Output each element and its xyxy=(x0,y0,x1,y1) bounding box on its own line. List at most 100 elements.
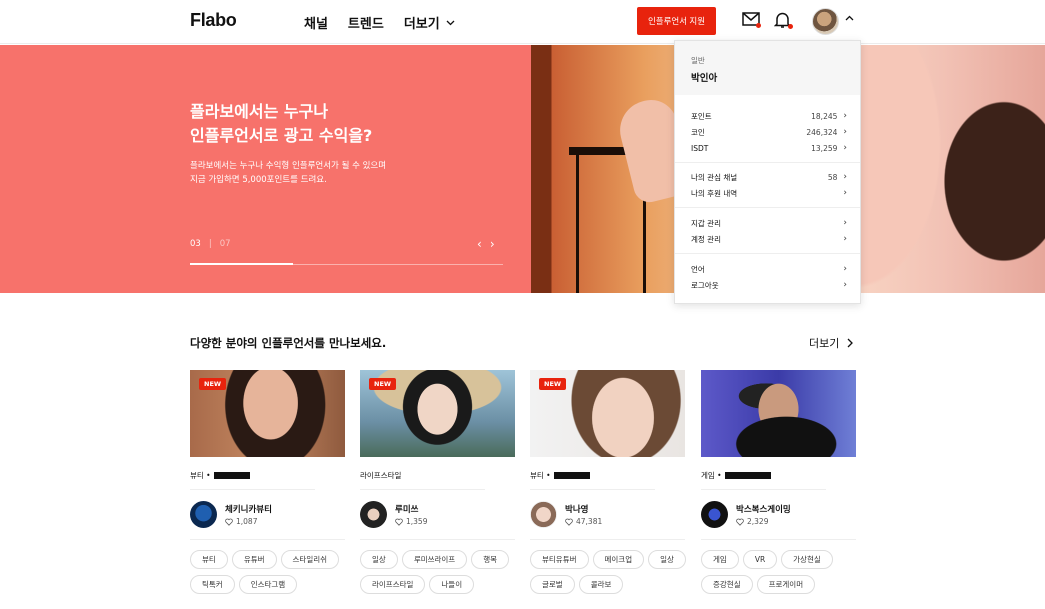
nav-trend[interactable]: 트렌드 xyxy=(348,13,384,32)
divider xyxy=(530,489,655,490)
hero-sub-line2: 지금 가입하면 5,000포인트를 드려요. xyxy=(190,175,327,185)
menu-item-points[interactable]: 포인트 18,245 › xyxy=(691,109,847,123)
tag[interactable]: 가상현실 xyxy=(781,550,833,569)
tag[interactable]: 메이크업 xyxy=(592,550,645,569)
user-avatar[interactable] xyxy=(812,8,839,35)
new-badge: NEW xyxy=(369,378,397,390)
menu-item-label: 언어 xyxy=(691,264,705,274)
avatar[interactable] xyxy=(360,501,387,528)
influencer-name[interactable]: 루미쓰 xyxy=(395,503,418,515)
menu-item-wallet[interactable]: 지갑 관리 › xyxy=(691,216,847,230)
tag[interactable]: VR xyxy=(742,550,778,569)
divider xyxy=(675,207,860,208)
nav-more[interactable]: 더보기 xyxy=(404,13,455,32)
heart-icon[interactable] xyxy=(225,518,233,526)
tag[interactable]: 인스타그램 xyxy=(238,575,298,594)
chevron-right-icon: › xyxy=(843,218,847,228)
new-badge: NEW xyxy=(199,378,227,390)
influencer-name[interactable]: 박스복스게이밍 xyxy=(736,503,791,515)
more-link-label: 더보기 xyxy=(809,337,840,350)
menu-item-isdt[interactable]: ISDT 13,259 › xyxy=(691,141,847,155)
hero-subtitle: 플라보에서는 누구나 수익형 인플루언서가 될 수 있으며 지금 가입하면 5,… xyxy=(190,159,386,187)
avatar[interactable] xyxy=(190,501,217,528)
hero-banner[interactable] xyxy=(0,45,1045,293)
heart-icon[interactable] xyxy=(736,518,744,526)
nav-channel[interactable]: 채널 xyxy=(304,13,328,32)
tag[interactable]: 루미쓰라이프 xyxy=(401,550,468,569)
divider xyxy=(360,489,485,490)
menu-item-favorite-channels[interactable]: 나의 관심 채널 58 › xyxy=(691,170,847,184)
chevron-left-icon[interactable]: ‹ xyxy=(477,237,482,251)
tag[interactable]: 일상 xyxy=(648,550,686,569)
tag[interactable]: 프로게이머 xyxy=(756,575,816,594)
menu-item-value: 18,245 xyxy=(811,111,838,121)
divider xyxy=(190,539,345,540)
chevron-right-icon: › xyxy=(843,280,847,290)
divider xyxy=(530,539,685,540)
tag[interactable]: 틱톡커 xyxy=(190,575,235,594)
apply-influencer-button[interactable]: 인플루언서 지원 xyxy=(637,7,716,35)
card-category-label: 게임 • xyxy=(701,471,722,480)
section-title: 다양한 분야의 인플루언서를 만나보세요. xyxy=(190,336,387,350)
chevron-right-icon: › xyxy=(843,111,847,121)
menu-item-label: 지갑 관리 xyxy=(691,218,721,228)
tag[interactable]: 증강현실 xyxy=(701,575,753,594)
tag[interactable]: 행복 xyxy=(471,550,510,569)
logo[interactable]: Flabo xyxy=(190,10,237,31)
menu-item-value: 13,259 xyxy=(811,143,838,153)
influencer-name[interactable]: 박나영 xyxy=(565,503,588,515)
hero-page-separator: | xyxy=(208,239,212,249)
card-category: 라이프스타일 xyxy=(360,470,401,481)
card-image[interactable]: NEW xyxy=(530,370,685,457)
menu-item-logout[interactable]: 로그아웃 › xyxy=(691,278,847,292)
card-image[interactable]: NEW xyxy=(360,370,515,457)
like-count-value: 2,329 xyxy=(747,517,769,526)
menu-item-coin[interactable]: 코인 246,324 › xyxy=(691,125,847,139)
chevron-right-icon: › xyxy=(843,188,847,198)
mail-button[interactable] xyxy=(742,11,762,31)
hero-page-total: 07 xyxy=(219,239,231,249)
tag[interactable]: 글로벌 xyxy=(530,575,575,594)
influencer-name[interactable]: 체키니카뷰티 xyxy=(225,503,272,515)
notification-button[interactable] xyxy=(773,11,794,31)
tag[interactable]: 나들이 xyxy=(429,575,475,594)
hero-title: 플라보에서는 누구나 인플루언서로 광고 수익을? xyxy=(190,100,372,148)
menu-item-donations[interactable]: 나의 후원 내역 › xyxy=(691,186,847,200)
menu-item-account[interactable]: 계정 관리 › xyxy=(691,232,847,246)
main-nav: 채널 트렌드 더보기 xyxy=(304,13,475,32)
like-count: 1,359 xyxy=(395,517,427,526)
more-link[interactable]: 더보기 xyxy=(809,335,854,351)
tag[interactable]: 스타일리쉬 xyxy=(280,550,340,569)
tag[interactable]: 유튜버 xyxy=(231,550,277,569)
top-header: Flabo 채널 트렌드 더보기 인플루언서 지원 xyxy=(0,0,1045,44)
like-count-value: 47,381 xyxy=(576,517,603,526)
redacted-block xyxy=(213,472,250,479)
avatar[interactable] xyxy=(530,501,557,528)
tag[interactable]: 라이프스타일 xyxy=(360,575,426,594)
tag-list: 일상 루미쓰라이프 행복 라이프스타일 나들이 xyxy=(360,550,520,594)
heart-icon[interactable] xyxy=(395,518,403,526)
hero-sub-line1: 플라보에서는 누구나 수익형 인플루언서가 될 수 있으며 xyxy=(190,161,387,171)
chevron-right-icon: › xyxy=(843,234,847,244)
tag[interactable]: 뷰티 xyxy=(190,550,228,569)
tag[interactable]: 뷰티유튜버 xyxy=(530,550,589,569)
divider xyxy=(190,489,315,490)
heart-icon[interactable] xyxy=(565,518,573,526)
menu-item-language[interactable]: 언어 › xyxy=(691,262,847,276)
like-count-value: 1,087 xyxy=(236,517,258,526)
chevron-up-icon[interactable] xyxy=(845,15,854,21)
chevron-right-icon: › xyxy=(843,127,847,137)
chevron-right-icon[interactable]: › xyxy=(490,237,495,251)
avatar[interactable] xyxy=(701,501,728,528)
tag[interactable]: 일상 xyxy=(360,550,398,569)
card-image[interactable]: NEW xyxy=(190,370,345,457)
like-count: 47,381 xyxy=(565,517,602,526)
tag[interactable]: 게임 xyxy=(701,550,739,569)
card-image[interactable] xyxy=(701,370,856,457)
menu-item-label: 포인트 xyxy=(691,111,712,121)
card-category-label: 뷰티 • xyxy=(530,471,551,480)
divider xyxy=(675,162,860,163)
chevron-right-icon: › xyxy=(843,264,847,274)
nav-trend-label: 트렌드 xyxy=(347,17,384,32)
tag[interactable]: 콜라보 xyxy=(578,575,624,594)
